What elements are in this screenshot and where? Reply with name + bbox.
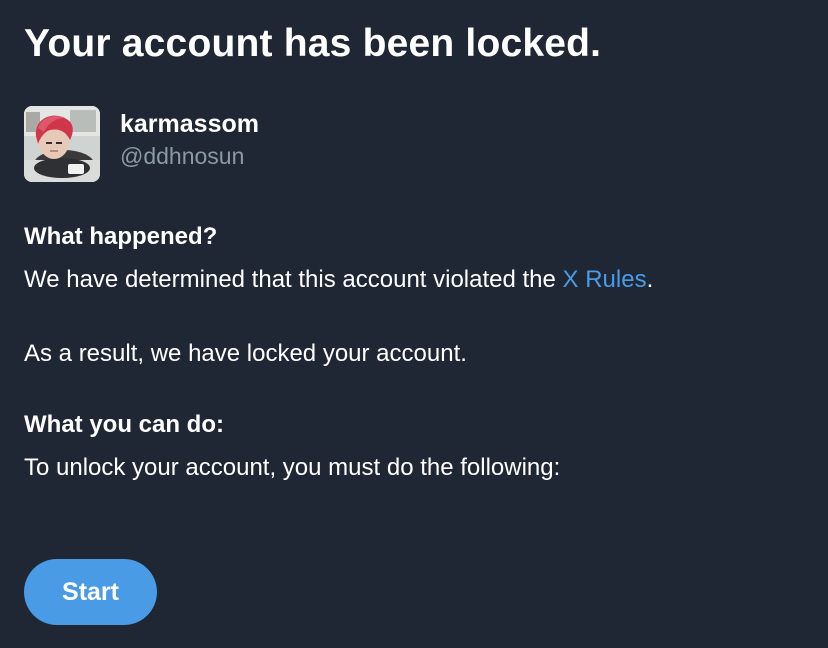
result-text: As a result, we have locked your account… [24,340,467,367]
x-rules-link[interactable]: X Rules [563,266,647,293]
account-card: karmassom @ddhnosun [24,106,259,184]
violation-text-before: We have determined that this account vio… [24,266,563,293]
violation-text: We have determined that this account vio… [24,265,653,295]
avatar [24,106,100,182]
avatar-image [24,106,100,182]
unlock-instructions-text: To unlock your account, you must do the … [24,454,561,481]
page-title: Your account has been locked. [24,22,602,65]
what-you-can-do-heading: What you can do: [24,411,224,438]
account-names: karmassom @ddhnosun [120,109,259,171]
display-name: karmassom [120,110,259,138]
what-happened-heading: What happened? [24,223,218,250]
violation-text-after: . [646,266,654,293]
start-button[interactable]: Start [24,559,157,625]
account-handle: @ddhnosun [120,143,245,169]
